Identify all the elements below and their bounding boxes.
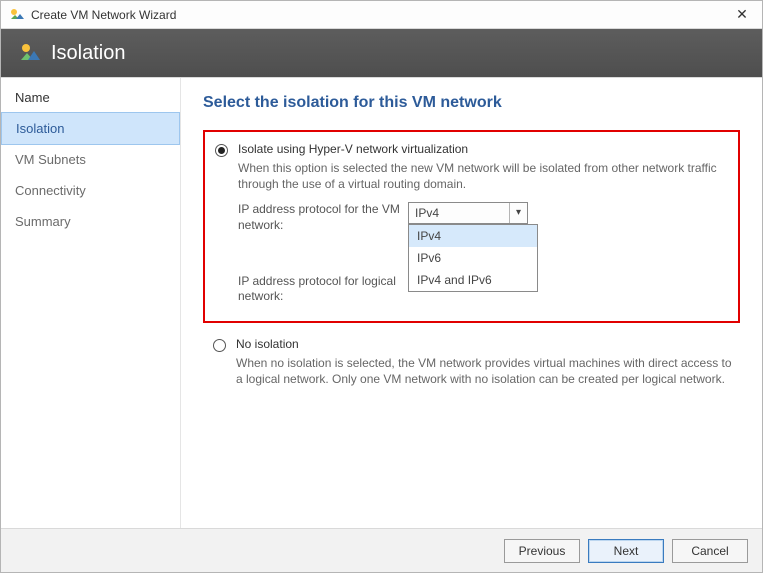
sidebar-item-label: Name xyxy=(15,90,50,105)
dropdown-option-ipv4-and-ipv6[interactable]: IPv4 and IPv6 xyxy=(409,269,537,291)
field-logical-protocol-label: IP address protocol for logical network: xyxy=(238,274,408,305)
page-title: Select the isolation for this VM network xyxy=(203,94,740,112)
titlebar: Create VM Network Wizard ✕ xyxy=(1,1,762,29)
sidebar-item-label: Isolation xyxy=(16,121,64,136)
option-no-isolation-body: No isolation When no isolation is select… xyxy=(236,337,740,397)
radio-no-isolation[interactable] xyxy=(213,339,226,352)
sidebar-item-name[interactable]: Name xyxy=(1,82,180,113)
wizard-step-icon xyxy=(19,42,41,64)
sidebar-item-vm-subnets[interactable]: VM Subnets xyxy=(1,144,180,175)
footer: Previous Next Cancel xyxy=(1,528,762,572)
radio-isolate[interactable] xyxy=(215,144,228,157)
banner-title: Isolation xyxy=(51,42,126,65)
sidebar-item-label: Summary xyxy=(15,214,71,229)
option-no-isolation-label: No isolation xyxy=(236,337,740,351)
sidebar-item-label: Connectivity xyxy=(15,183,86,198)
banner: Isolation xyxy=(1,29,762,77)
previous-button[interactable]: Previous xyxy=(504,539,580,563)
window-title: Create VM Network Wizard xyxy=(31,8,730,22)
dropdown-option-ipv6[interactable]: IPv6 xyxy=(409,247,537,269)
sidebar-item-summary[interactable]: Summary xyxy=(1,206,180,237)
body: Name Isolation VM Subnets Connectivity S… xyxy=(1,77,762,528)
chevron-down-icon: ▾ xyxy=(509,203,527,223)
highlighted-option-group: Isolate using Hyper-V network virtualiza… xyxy=(203,130,740,323)
field-vm-protocol-label: IP address protocol for the VM network: xyxy=(238,202,408,233)
dropdown-vm-protocol-value: IPv4 xyxy=(415,206,439,220)
wizard-steps-sidebar: Name Isolation VM Subnets Connectivity S… xyxy=(1,78,181,528)
option-no-isolation[interactable]: No isolation When no isolation is select… xyxy=(203,337,740,397)
option-no-isolation-description: When no isolation is selected, the VM ne… xyxy=(236,355,740,387)
cancel-button[interactable]: Cancel xyxy=(672,539,748,563)
sidebar-item-label: VM Subnets xyxy=(15,152,86,167)
dropdown-vm-protocol-list: IPv4 IPv6 IPv4 and IPv6 xyxy=(408,224,538,292)
dropdown-vm-protocol[interactable]: IPv4 ▾ xyxy=(408,202,528,224)
next-button[interactable]: Next xyxy=(588,539,664,563)
dropdown-vm-protocol-wrap: IPv4 ▾ IPv4 IPv6 IPv4 and IPv6 xyxy=(408,202,528,233)
option-isolate-body: Isolate using Hyper-V network virtualiza… xyxy=(238,142,728,309)
option-isolate-description: When this option is selected the new VM … xyxy=(238,160,728,192)
app-icon xyxy=(9,7,25,23)
field-vm-protocol: IP address protocol for the VM network: … xyxy=(238,202,728,233)
main-panel: Select the isolation for this VM network… xyxy=(181,78,762,528)
close-icon[interactable]: ✕ xyxy=(730,6,754,23)
option-isolate[interactable]: Isolate using Hyper-V network virtualiza… xyxy=(215,142,728,309)
dropdown-option-ipv4[interactable]: IPv4 xyxy=(409,225,537,247)
option-isolate-label: Isolate using Hyper-V network virtualiza… xyxy=(238,142,728,156)
sidebar-item-isolation[interactable]: Isolation xyxy=(1,112,180,145)
sidebar-item-connectivity[interactable]: Connectivity xyxy=(1,175,180,206)
wizard-window: Create VM Network Wizard ✕ Isolation Nam… xyxy=(0,0,763,573)
